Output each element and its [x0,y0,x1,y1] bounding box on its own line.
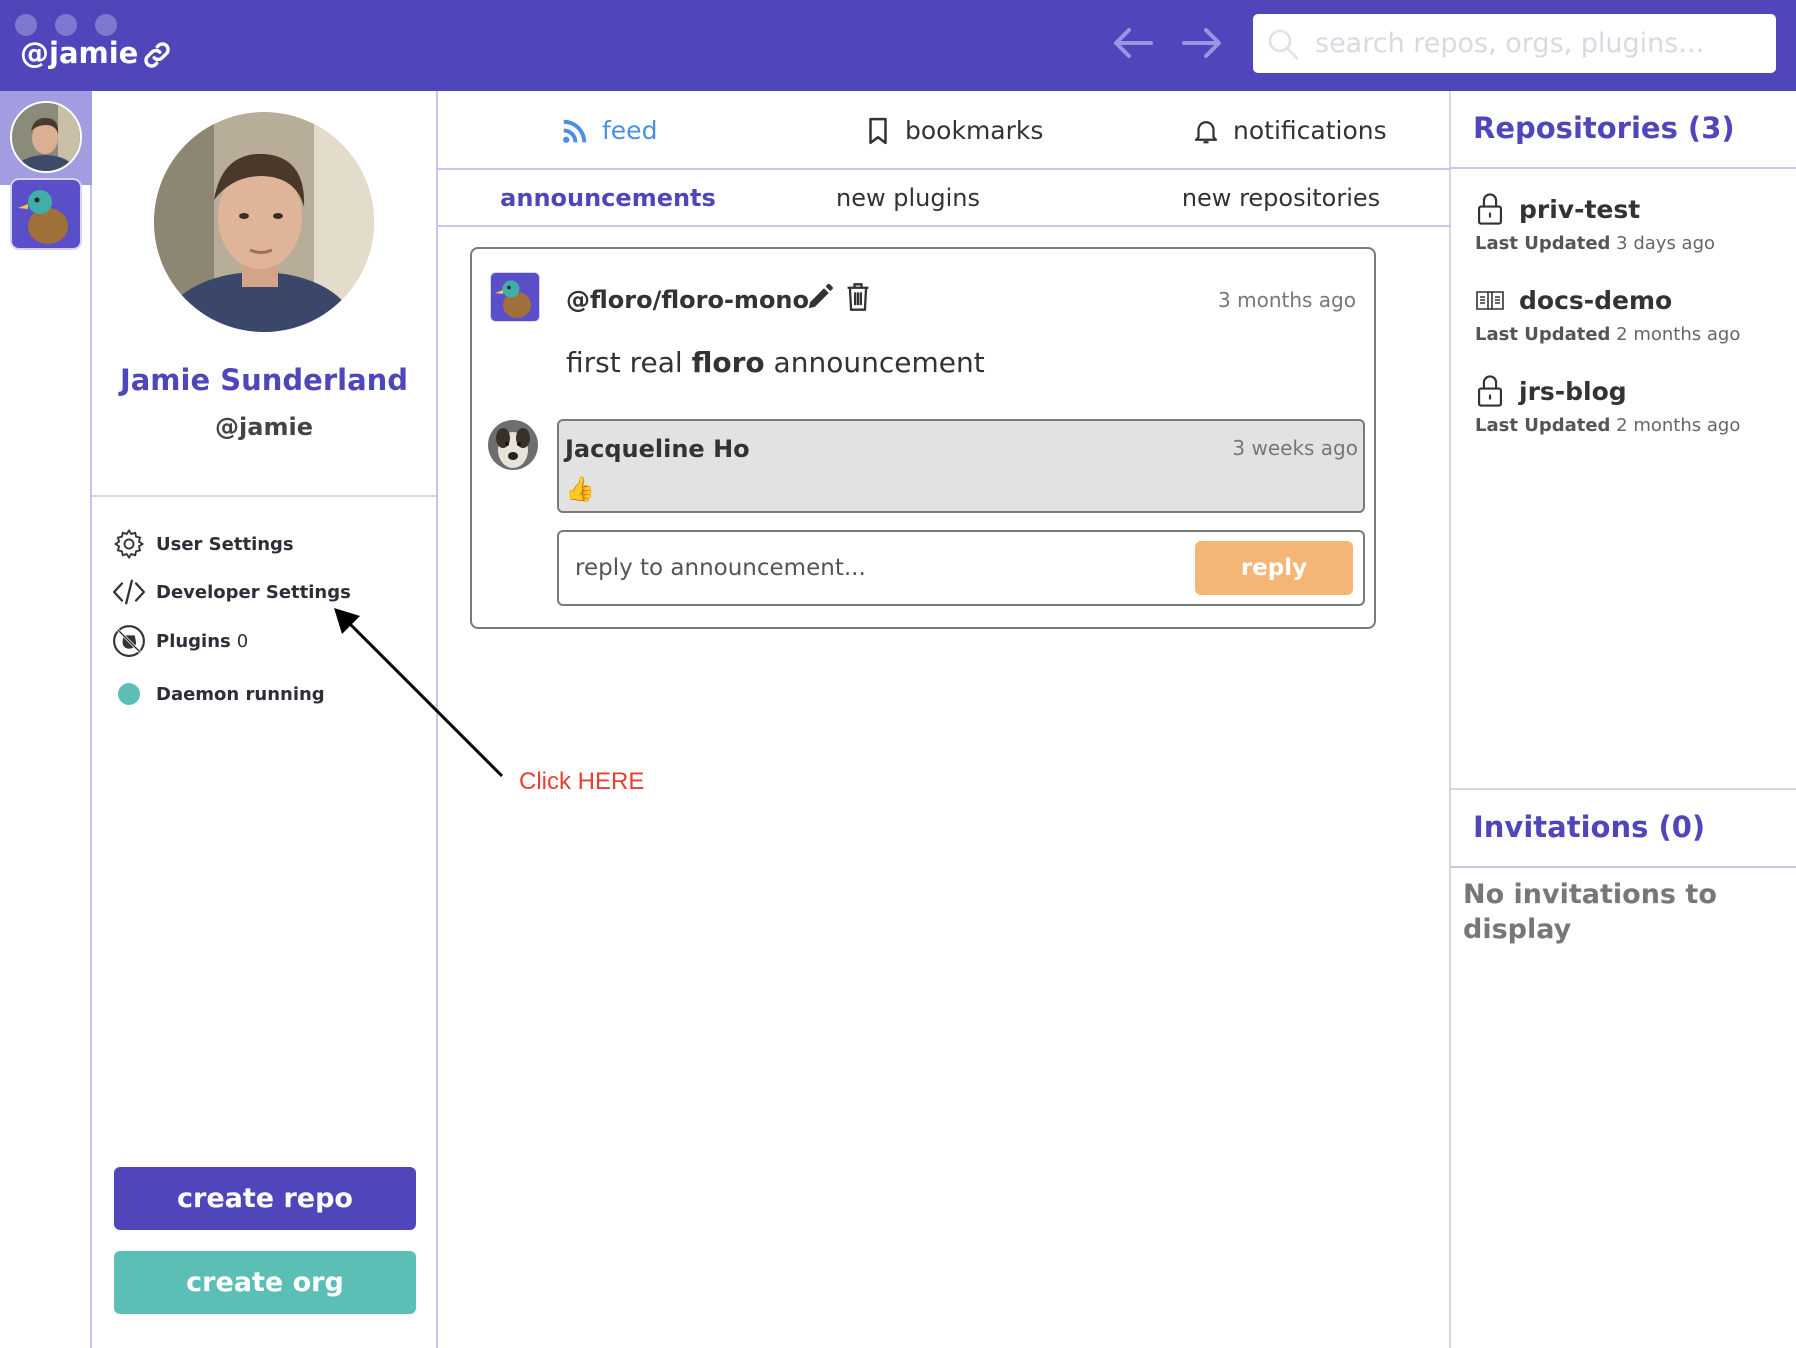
feed-subtabs: announcements new plugins new repositori… [438,170,1451,227]
window-minimize-button[interactable] [55,14,77,36]
rss-icon [563,119,587,143]
plugins-link[interactable]: Plugins 0 [112,621,248,661]
repo-updated-label: Last Updated [1475,415,1611,436]
daemon-status-dot [118,683,140,705]
reply-author-name: Jacqueline Ho [565,435,750,463]
announcement-card: @floro/floro-mono 3 months ago first rea… [470,247,1376,629]
invitations-empty-message: No invitations to display [1463,879,1717,945]
create-org-button[interactable]: create org [114,1251,416,1314]
invitations-section: Invitations (0) [1451,788,1796,868]
reply-button[interactable]: reply [1195,541,1353,595]
repo-name[interactable]: priv-test [1519,195,1640,224]
repo-updated: Last Updated 2 months ago [1475,415,1740,436]
annotation-label: Click HERE [519,768,645,795]
announcement-text-bold: floro [691,346,765,379]
plugins-label: Plugins [156,630,231,652]
tab-notifications[interactable]: notifications [1191,91,1387,170]
daemon-status-label: Daemon running [156,683,325,705]
user-avatar [10,101,82,173]
feed-tabs: feed bookmarks notifications [438,91,1451,170]
lock-icon [1477,193,1503,225]
profile-full-name: Jamie Sunderland [119,363,409,397]
repo-item[interactable]: jrs-blog Last Updated 2 months ago [1475,371,1740,436]
developer-settings-link[interactable]: Developer Settings [112,572,351,612]
gear-icon [113,528,145,560]
icon-rail [0,91,92,1348]
plugins-count: 0 [236,630,249,652]
repo-item[interactable]: docs-demo Last Updated 2 months ago [1475,280,1740,346]
tab-notifications-label: notifications [1233,116,1387,145]
floro-duck-logo-icon [490,272,540,322]
reply-input[interactable] [575,548,1175,588]
title-bar: @jamie [0,0,1796,91]
lock-icon [1477,375,1503,407]
reply-time: 3 weeks ago [1232,436,1358,460]
repo-name[interactable]: docs-demo [1519,286,1672,315]
search-bar[interactable] [1253,14,1776,73]
repositories-title: Repositories (3) [1473,111,1735,145]
book-icon [1476,291,1504,310]
main-feed: feed bookmarks notifications announcemen… [438,91,1451,1348]
subtab-new-repositories[interactable]: new repositories [1166,170,1396,225]
rail-user-profile[interactable] [0,91,92,185]
tab-feed-label: feed [602,116,658,145]
repo-updated: Last Updated 3 days ago [1475,233,1715,254]
rail-org-floro[interactable] [0,178,92,279]
right-sidebar: Repositories (3) priv-test Last Updated … [1451,91,1796,1348]
repo-updated-label: Last Updated [1475,324,1611,345]
floro-duck-logo-icon [10,178,82,250]
window-close-button[interactable] [15,14,37,36]
repo-updated-value: 3 days ago [1616,233,1716,254]
search-input[interactable] [1315,25,1755,61]
trash-icon[interactable] [845,282,871,312]
invitations-title: Invitations (0) [1473,810,1706,844]
announcement-repo-link[interactable]: @floro/floro-mono [566,286,809,314]
repositories-header: Repositories (3) [1451,91,1796,169]
tab-feed[interactable]: feed [560,91,657,170]
window-zoom-button[interactable] [95,14,117,36]
search-icon [1268,29,1299,60]
repo-item[interactable]: priv-test Last Updated 3 days ago [1475,189,1715,254]
title-handle: @jamie [20,36,139,70]
announcement-text: first real floro announcement [566,346,985,379]
user-settings-label: User Settings [156,533,294,555]
reply-author-avatar [488,420,538,470]
tab-bookmarks-label: bookmarks [905,116,1044,145]
daemon-status: Daemon running [112,674,325,714]
pencil-icon[interactable] [805,282,835,312]
profile-handle: @jamie [215,413,313,441]
announcement-text-prefix: first real [566,346,683,379]
reply-form: reply [557,530,1365,606]
subtab-new-plugins[interactable]: new plugins [798,170,1018,225]
annotation-arrow-icon [334,608,504,778]
repo-updated-value: 2 months ago [1616,415,1741,436]
reply-comment: Jacqueline Ho 3 weeks ago 👍 [557,419,1365,513]
announcement-time: 3 months ago [1218,288,1356,312]
user-settings-link[interactable]: User Settings [112,524,294,564]
bookmark-icon [869,117,887,144]
announcement-text-suffix: announcement [773,346,985,379]
profile-header: Jamie Sunderland @jamie [92,91,436,497]
invitations-header: Invitations (0) [1451,790,1796,868]
forward-arrow-icon[interactable] [1180,25,1224,61]
repo-name[interactable]: jrs-blog [1519,377,1627,406]
code-icon [112,579,146,605]
repo-updated-value: 2 months ago [1616,324,1741,345]
create-repo-button[interactable]: create repo [114,1167,416,1230]
back-arrow-icon[interactable] [1111,25,1155,61]
repo-updated: Last Updated 2 months ago [1475,324,1740,345]
thumbs-up-icon: 👍 [565,475,595,503]
subtab-announcements[interactable]: announcements [468,170,748,225]
bell-icon [1194,120,1218,143]
link-icon[interactable] [140,38,174,72]
profile-avatar [154,112,374,332]
plugin-icon [113,625,145,657]
repo-updated-label: Last Updated [1475,233,1611,254]
tab-bookmarks[interactable]: bookmarks [863,91,1043,170]
